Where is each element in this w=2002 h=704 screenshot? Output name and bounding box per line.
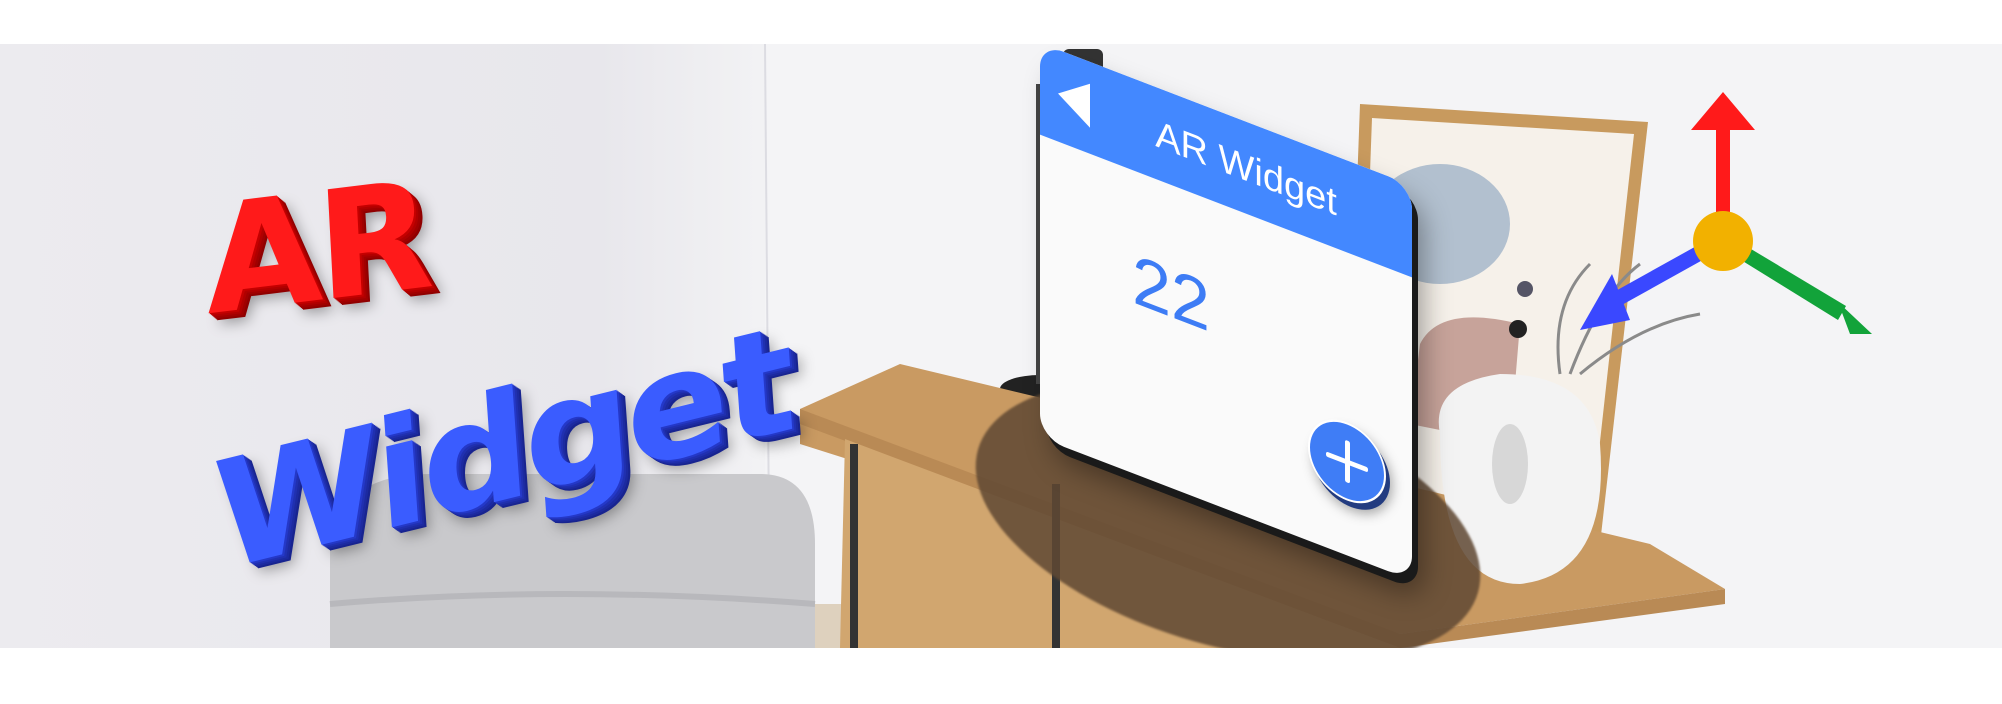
ar-scene-background: AR Widget AR Widget 22	[0, 44, 2002, 648]
transform-gizmo[interactable]	[1550, 84, 1890, 404]
gizmo-arrow-right-icon[interactable]	[1838, 302, 1872, 334]
hero-title-ar: AR	[200, 148, 433, 350]
gizmo-arrow-up-icon[interactable]	[1691, 92, 1755, 130]
add-button[interactable]	[1308, 407, 1386, 516]
counter-value: 22	[1132, 238, 1210, 347]
plus-icon	[1310, 410, 1384, 512]
gizmo-arrow-left-icon[interactable]	[1580, 274, 1630, 330]
gizmo-center-handle[interactable]	[1693, 211, 1753, 271]
